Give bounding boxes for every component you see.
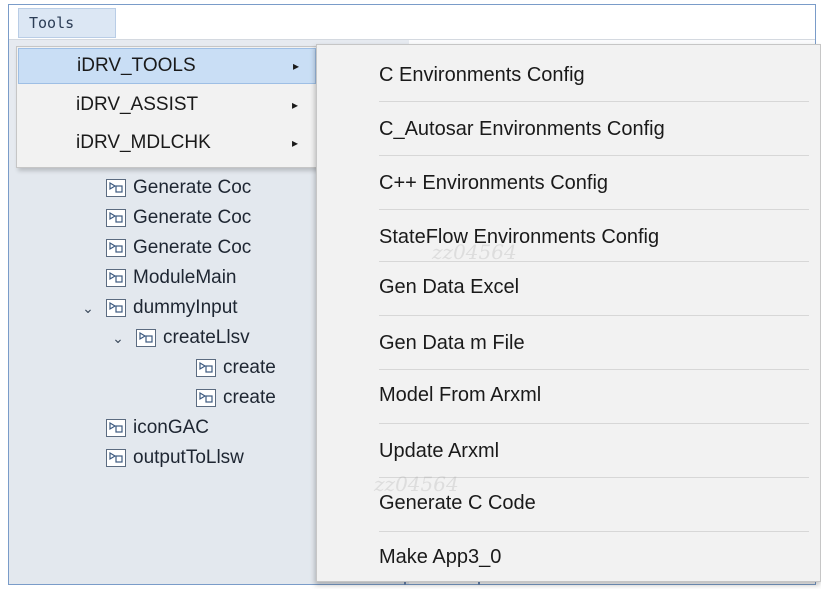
menu-item-gen-data-m-file[interactable]: Gen Data m File xyxy=(317,317,820,369)
tree-item-label: Generate Coc xyxy=(133,237,252,258)
menu-separator xyxy=(379,155,809,156)
menu-item-label: iDRV_ASSIST xyxy=(76,94,199,115)
menu-item-idrv-assist[interactable]: iDRV_ASSIST ▸ xyxy=(18,87,316,123)
tree-item[interactable]: create xyxy=(196,353,276,383)
menu-separator xyxy=(379,209,809,210)
app-window: Tools Generate Coc Generate Coc Generate… xyxy=(0,0,821,589)
menu-item-c-autosar-environments-config[interactable]: C_Autosar Environments Config xyxy=(317,103,820,155)
watermark: zz04564 xyxy=(374,472,459,496)
menubar xyxy=(9,5,815,40)
menu-tools[interactable]: Tools xyxy=(18,8,116,38)
submenu-arrow-icon: ▸ xyxy=(292,136,299,150)
block-icon xyxy=(106,419,126,437)
tree-item-label: Generate Coc xyxy=(133,177,252,198)
tree-item-label: create xyxy=(223,387,276,408)
tree-item[interactable]: ModuleMain xyxy=(106,263,237,293)
menu-item-model-from-arxml[interactable]: Model From Arxml xyxy=(317,369,820,421)
tree-item-label: ModuleMain xyxy=(133,267,237,288)
menu-item-gen-data-excel[interactable]: Gen Data Excel xyxy=(317,261,820,313)
tree-item-label: iconGAC xyxy=(133,417,210,438)
tree-item-label: Generate Coc xyxy=(133,207,252,228)
chevron-down-icon[interactable]: ⌄ xyxy=(110,323,126,353)
menu-separator xyxy=(379,423,809,424)
block-icon xyxy=(106,179,126,197)
block-icon xyxy=(106,299,126,317)
block-icon xyxy=(196,359,216,377)
block-icon xyxy=(136,329,156,347)
block-icon xyxy=(106,269,126,287)
chevron-down-icon[interactable]: ⌄ xyxy=(80,293,96,323)
menu-item-idrv-tools[interactable]: iDRV_TOOLS ▸ xyxy=(18,48,316,84)
tree-item[interactable]: Generate Coc xyxy=(106,173,251,203)
tree-item[interactable]: Generate Coc xyxy=(106,233,251,263)
menu-item-cpp-environments-config[interactable]: C++ Environments Config xyxy=(317,157,820,209)
tree-item[interactable]: iconGAC xyxy=(106,413,209,443)
tools-dropdown-menu: iDRV_TOOLS ▸ iDRV_ASSIST ▸ iDRV_MDLCHK ▸ xyxy=(16,46,318,168)
tree-item[interactable]: ⌄ createLlsv xyxy=(110,323,250,353)
tree-item-label: dummyInput xyxy=(133,297,238,318)
menu-item-label: iDRV_MDLCHK xyxy=(76,132,211,153)
watermark: zz04564 xyxy=(432,240,517,264)
tree-item[interactable]: create xyxy=(196,383,276,413)
tree-item-label: create xyxy=(223,357,276,378)
menu-item-idrv-mdlchk[interactable]: iDRV_MDLCHK ▸ xyxy=(18,125,316,161)
tree-item[interactable]: Generate Coc xyxy=(106,203,251,233)
submenu-arrow-icon: ▸ xyxy=(292,98,299,112)
block-icon xyxy=(106,449,126,467)
idrv-tools-submenu: C Environments Config C_Autosar Environm… xyxy=(316,44,821,582)
menu-separator xyxy=(379,101,809,102)
menu-item-c-environments-config[interactable]: C Environments Config xyxy=(317,49,820,101)
tree-item-label: createLlsv xyxy=(163,327,250,348)
menu-separator xyxy=(379,315,809,316)
tree-item-label: outputToLlsw xyxy=(133,447,244,468)
menu-item-stateflow-environments-config[interactable]: StateFlow Environments Config xyxy=(317,211,820,263)
block-icon xyxy=(196,389,216,407)
menu-item-label: iDRV_TOOLS xyxy=(77,55,196,76)
menu-item-make-app3-0[interactable]: Make App3_0 xyxy=(317,531,820,583)
block-icon xyxy=(106,209,126,227)
submenu-arrow-icon: ▸ xyxy=(293,59,300,73)
block-icon xyxy=(106,239,126,257)
tree-item[interactable]: outputToLlsw xyxy=(106,443,244,473)
tree-item[interactable]: ⌄ dummyInput xyxy=(80,293,238,323)
menu-item-update-arxml[interactable]: Update Arxml xyxy=(317,425,820,477)
